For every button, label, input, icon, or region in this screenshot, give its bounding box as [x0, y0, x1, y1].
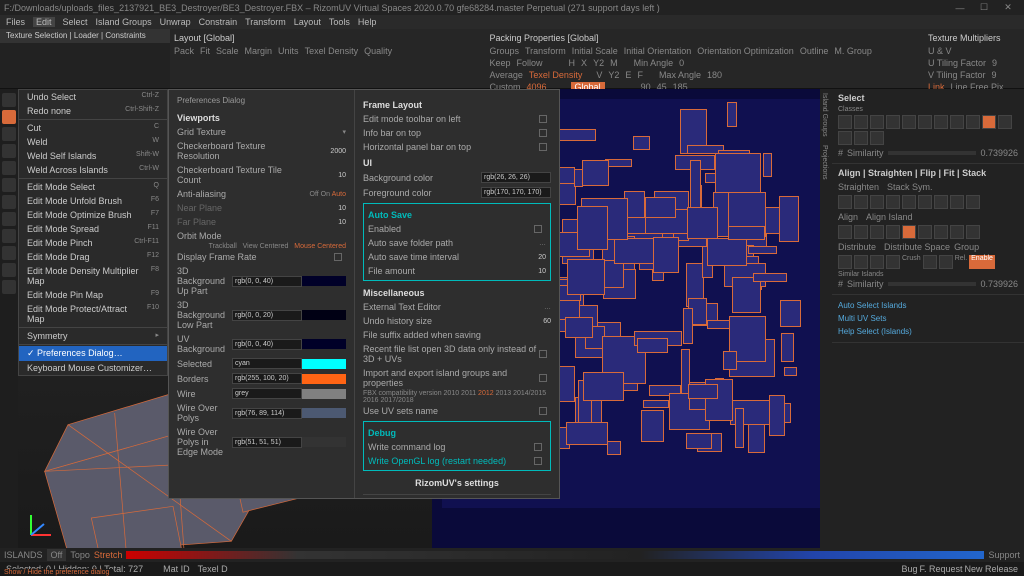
left-toolbar — [0, 89, 18, 548]
edit-menu-item[interactable]: Undo SelectCtrl-Z — [19, 90, 167, 104]
vtab-island-groups[interactable]: Island Groups — [820, 89, 829, 141]
edit-menu-item[interactable]: Edit Mode Density Multiplier MapF8 — [19, 264, 167, 288]
vtab-projections[interactable]: Projections — [820, 141, 829, 184]
right-panel: Select Classes #Similarity0.739926 Align… — [832, 89, 1024, 548]
preferences-dialog: Preferences Dialog Viewports Grid Textur… — [168, 89, 560, 499]
packing-title: Packing Properties [Global] — [490, 31, 921, 45]
edit-menu-item[interactable]: Edit Mode Protect/Attract MapF10 — [19, 302, 167, 326]
edit-menu-item[interactable]: Edit Mode DragF12 — [19, 250, 167, 264]
tool-8[interactable] — [2, 229, 16, 243]
menu-help[interactable]: Help — [358, 17, 377, 27]
help-select-islands[interactable]: Help Select (Islands) — [838, 325, 1018, 338]
stretch-gradient — [126, 551, 984, 559]
edit-menu-item[interactable]: Edit Mode Optimize BrushF7 — [19, 208, 167, 222]
tool-4[interactable] — [2, 161, 16, 175]
tool-5[interactable] — [2, 178, 16, 192]
debug-section: Debug Write command log Write OpenGL log… — [363, 421, 551, 471]
tool-10[interactable] — [2, 263, 16, 277]
edit-menu-item[interactable]: Weld Self IslandsShift-W — [19, 149, 167, 163]
menu-constrain[interactable]: Constrain — [199, 17, 238, 27]
close-icon[interactable]: ✕ — [996, 2, 1020, 13]
support-bug[interactable]: Bug — [902, 564, 918, 574]
edit-menu-item[interactable]: Edit Mode SelectQ — [19, 180, 167, 194]
tool-3[interactable] — [2, 144, 16, 158]
help-auto-select[interactable]: Auto Select Islands — [838, 299, 1018, 312]
menu-tools[interactable]: Tools — [329, 17, 350, 27]
menu-select[interactable]: Select — [63, 17, 88, 27]
tool-7[interactable] — [2, 212, 16, 226]
app-title: F:/Downloads/uploads_files_2137921_BE3_D… — [4, 3, 660, 13]
edit-menu-item[interactable]: Redo noneCtrl-Shift-Z — [19, 104, 167, 118]
select-title: Select — [838, 93, 1018, 103]
main: Undo SelectCtrl-ZRedo noneCtrl-Shift-Z Cu… — [0, 89, 1024, 548]
edit-menu-item[interactable]: Edit Mode SpreadF11 — [19, 222, 167, 236]
menu-unwrap[interactable]: Unwrap — [160, 17, 191, 27]
tool-6[interactable] — [2, 195, 16, 209]
support-newrelease[interactable]: New Release — [964, 564, 1018, 574]
edit-menu-item[interactable]: Keyboard Mouse Customizer… — [19, 361, 167, 375]
menu-island-groups[interactable]: Island Groups — [96, 17, 152, 27]
edit-menu-item[interactable]: WeldW — [19, 135, 167, 149]
layout-tabs: PackFitScaleMarginUnitsTexel DensityQual… — [174, 45, 482, 57]
status-hint: Show / Hide the preference dialog — [0, 569, 113, 576]
menu-layout[interactable]: Layout — [294, 17, 321, 27]
maximize-icon[interactable]: ☐ — [972, 2, 996, 13]
help-multi-uv[interactable]: Multi UV Sets — [838, 312, 1018, 325]
packing-tabs: GroupsTransformInitial ScaleInitial Orie… — [490, 45, 921, 57]
titlebar: F:/Downloads/uploads_files_2137921_BE3_D… — [0, 0, 1024, 15]
menubar: Files Edit Select Island Groups Unwrap C… — [0, 15, 1024, 29]
edit-dropdown-menu: Undo SelectCtrl-ZRedo noneCtrl-Shift-Z Cu… — [18, 89, 168, 376]
status-bar: Selected: 0 | Hidden: 0 | Total: 727 Mat… — [0, 562, 1024, 576]
edit-menu-item[interactable]: ✓ Preferences Dialog… — [19, 346, 167, 361]
reset-all-button[interactable]: Reset all (irreversible) — [363, 494, 551, 498]
texmul-title: Texture Multipliers — [928, 31, 1020, 45]
tool-select[interactable] — [2, 110, 16, 124]
tool-0[interactable] — [2, 93, 16, 107]
edit-menu-item[interactable]: CutC — [19, 121, 167, 135]
menu-edit[interactable]: Edit — [33, 17, 55, 27]
tool-9[interactable] — [2, 246, 16, 260]
edit-menu-item[interactable]: Edit Mode PinchCtrl-F11 — [19, 236, 167, 250]
layout-global-title: Layout [Global] — [174, 31, 482, 45]
menu-transform[interactable]: Transform — [245, 17, 286, 27]
right-vertical-tabs: Island Groups Projections — [820, 89, 832, 548]
class-icon[interactable] — [838, 115, 852, 129]
edit-menu-item[interactable]: Edit Mode Pin MapF9 — [19, 288, 167, 302]
menu-files[interactable]: Files — [6, 17, 25, 27]
edit-menu-item[interactable]: Symmetry▸ — [19, 329, 167, 343]
top-section: Texture Selection | Loader | Constraints… — [0, 29, 1024, 89]
support-frequest[interactable]: F. Request — [919, 564, 962, 574]
top-tabs: Texture Selection | Loader | Constraints — [0, 29, 170, 43]
minimize-icon[interactable]: — — [948, 3, 972, 13]
edit-menu-item[interactable]: Weld Across IslandsCtrl-W — [19, 163, 167, 177]
select-classes-icons — [838, 115, 1018, 129]
bottom-bar: ISLANDS Off TopoStretch Support — [0, 548, 1024, 562]
autosave-section: Auto Save Enabled Auto save folder path…… — [363, 203, 551, 281]
axis-gizmo-icon — [26, 510, 56, 540]
edit-menu-item[interactable]: Edit Mode Unfold BrushF6 — [19, 194, 167, 208]
align-title: Align | Straighten | Flip | Fit | Stack — [838, 168, 1018, 178]
tool-2[interactable] — [2, 127, 16, 141]
tool-11[interactable] — [2, 280, 16, 294]
